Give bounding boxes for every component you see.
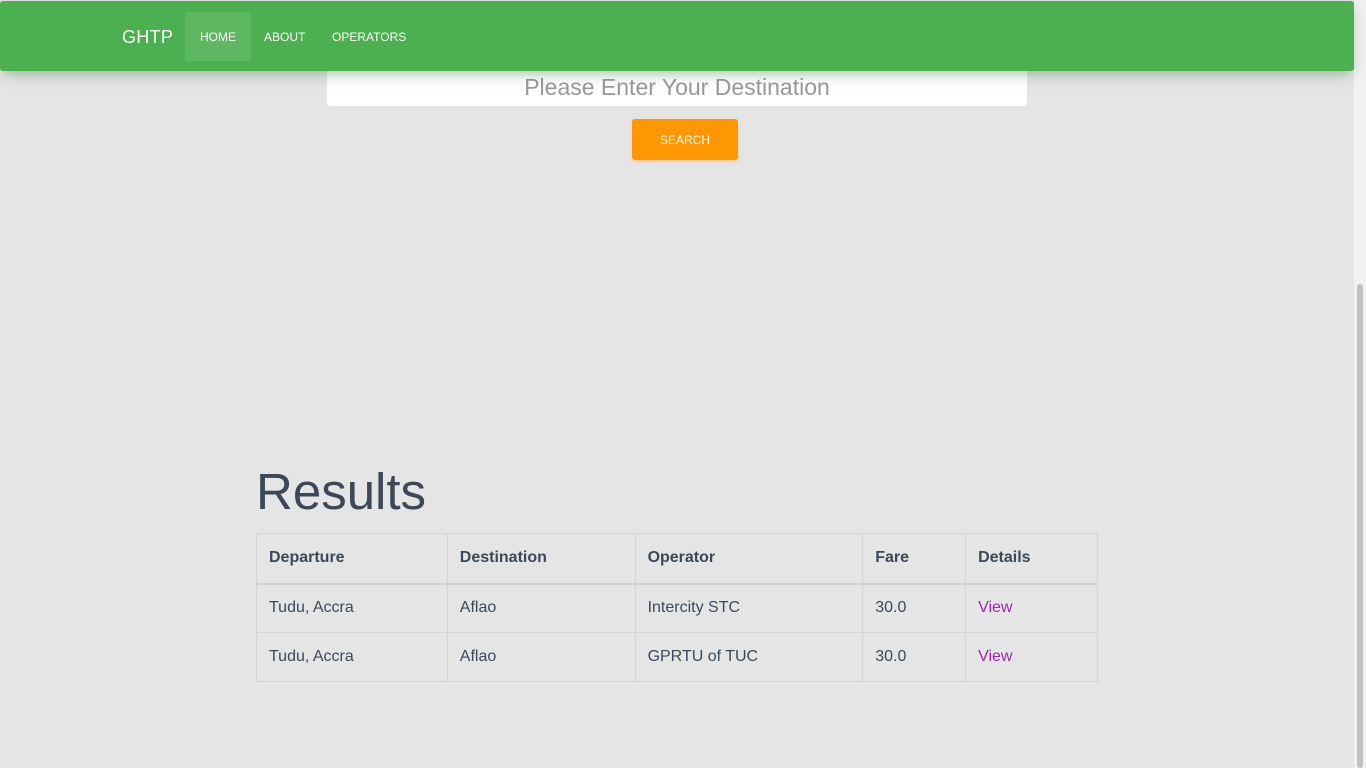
top-navbar: GHTP HOME ABOUT OPERATORS: [0, 1, 1354, 71]
nav-about[interactable]: ABOUT: [249, 12, 320, 61]
page: GHTP HOME ABOUT OPERATORS SEARCH Results…: [0, 0, 1354, 768]
header-destination: Destination: [446, 533, 636, 585]
results-table: Departure Destination Operator Fare Deta…: [256, 533, 1098, 682]
header-details: Details: [965, 533, 1098, 585]
header-departure: Departure: [256, 533, 448, 585]
view-details-link[interactable]: View: [978, 648, 1012, 665]
nav-home[interactable]: HOME: [185, 12, 251, 61]
page-scrollbar[interactable]: [1354, 0, 1366, 768]
results-title: Results: [256, 463, 427, 520]
cell-fare: 30.0: [862, 583, 967, 633]
cell-departure: Tudu, Accra: [256, 632, 448, 682]
view-details-link[interactable]: View: [978, 599, 1012, 616]
cell-operator: Intercity STC: [634, 583, 864, 633]
cell-destination: Aflao: [446, 632, 636, 682]
search-button[interactable]: SEARCH: [632, 119, 738, 160]
brand-logo[interactable]: GHTP: [122, 1, 173, 71]
table-row: Tudu, Accra Aflao GPRTU of TUC 30.0 View: [256, 632, 1098, 682]
cell-details: View: [965, 632, 1098, 682]
cell-fare: 30.0: [862, 632, 967, 682]
table-row: Tudu, Accra Aflao Intercity STC 30.0 Vie…: [256, 583, 1098, 633]
header-fare: Fare: [862, 533, 967, 585]
table-header-row: Departure Destination Operator Fare Deta…: [256, 533, 1098, 585]
cell-departure: Tudu, Accra: [256, 583, 448, 633]
scrollbar-thumb[interactable]: [1357, 284, 1363, 768]
cell-destination: Aflao: [446, 583, 636, 633]
cell-details: View: [965, 583, 1098, 633]
header-operator: Operator: [634, 533, 864, 585]
nav-operators[interactable]: OPERATORS: [317, 12, 421, 61]
cell-operator: GPRTU of TUC: [634, 632, 864, 682]
